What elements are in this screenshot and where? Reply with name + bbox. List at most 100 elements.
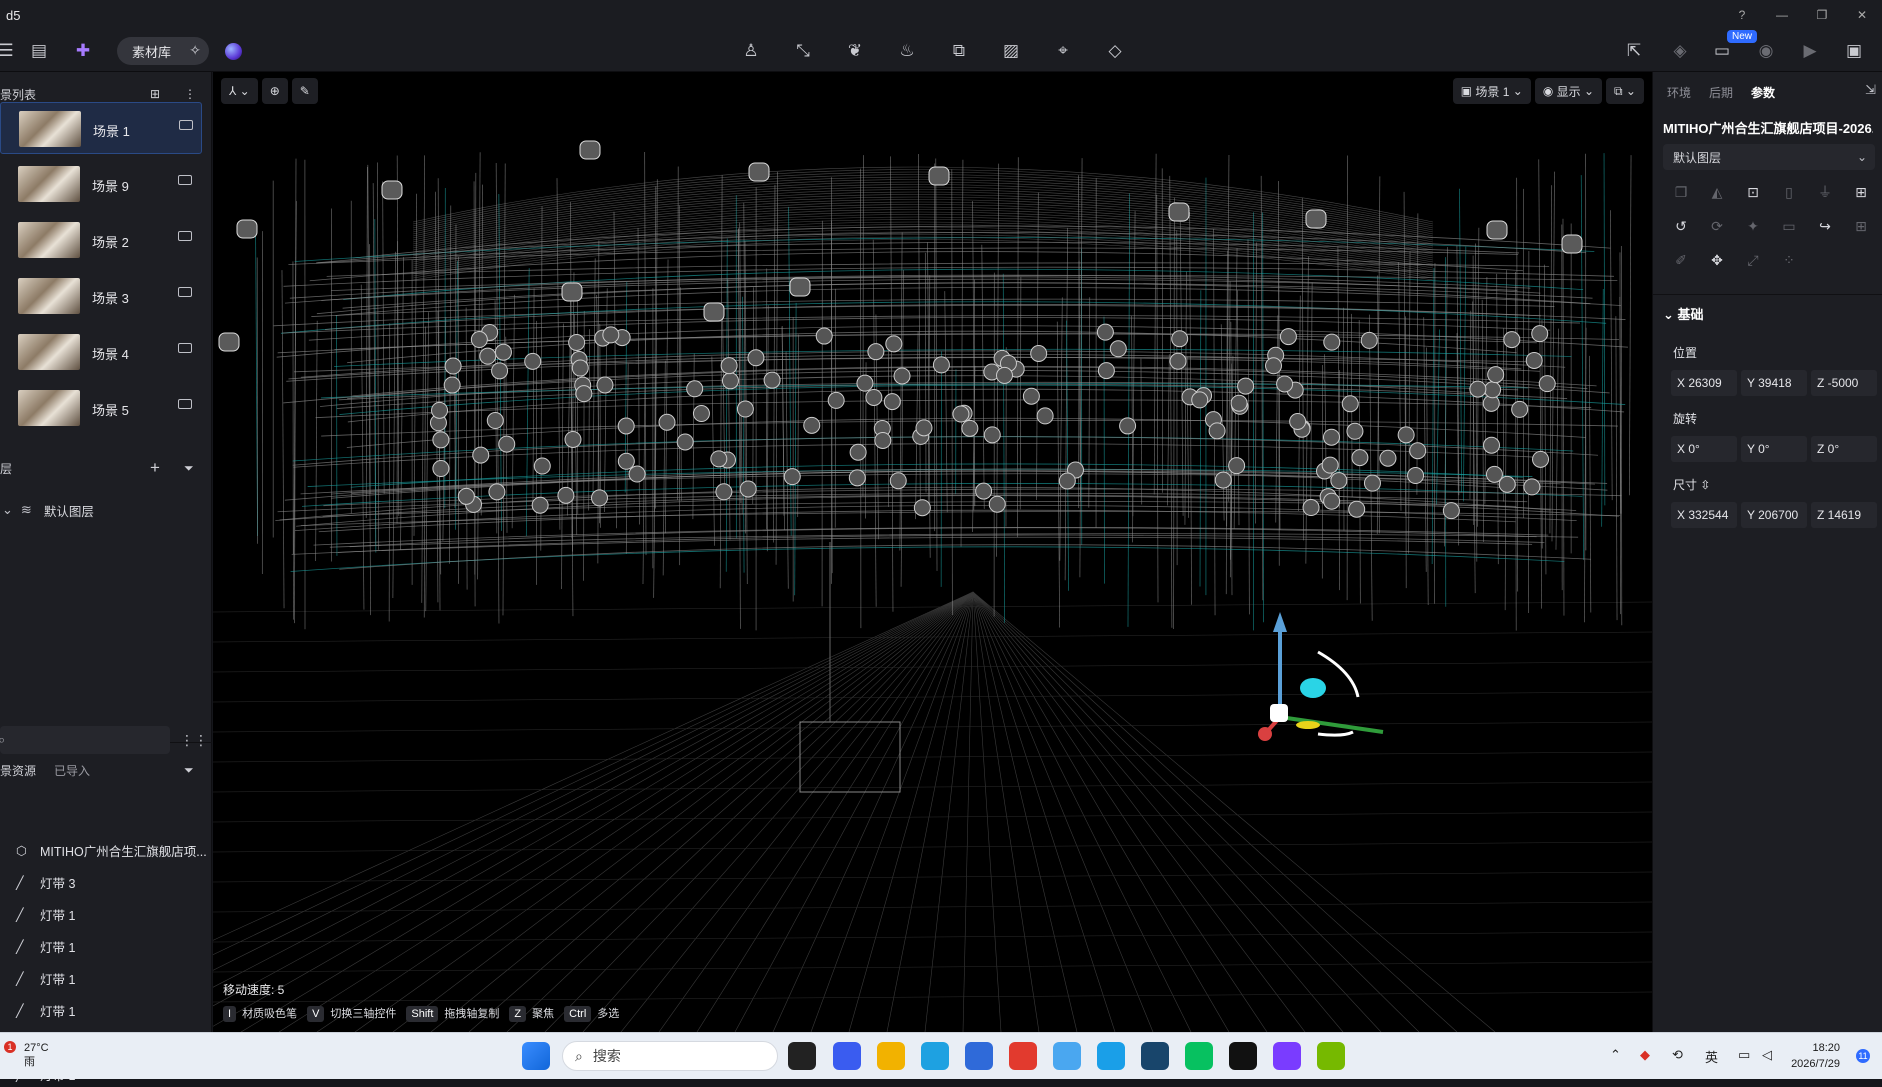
- rotation-y-field[interactable]: Y 0°: [1741, 436, 1807, 462]
- layer-select[interactable]: 默认图层 ⌄: [1663, 144, 1875, 170]
- rotation-z-field[interactable]: Z 0°: [1811, 436, 1877, 462]
- asset-light-strip-row[interactable]: ╱灯带 3: [0, 869, 212, 895]
- material-library-button[interactable]: 素材库 ✧: [117, 37, 209, 65]
- asset-light-strip-row[interactable]: ╱灯带 1: [0, 933, 212, 959]
- position-z-field[interactable]: Z -5000: [1811, 370, 1877, 396]
- camera-icon[interactable]: [178, 231, 192, 241]
- display-button[interactable]: ◉ 显示 ⌄: [1535, 78, 1602, 104]
- camera-icon[interactable]: [178, 287, 192, 297]
- globe-button[interactable]: ⊕: [262, 78, 288, 104]
- sync-icon[interactable]: ⟲: [1672, 1047, 1683, 1063]
- camera-icon[interactable]: [178, 343, 192, 353]
- chat-icon[interactable]: [1097, 1042, 1125, 1070]
- size-z-field[interactable]: Z 14619: [1811, 502, 1877, 528]
- d5-app-icon[interactable]: [1229, 1042, 1257, 1070]
- reset-icon[interactable]: ↺: [1663, 212, 1699, 240]
- layer-default[interactable]: ⌄ ≋ 默认图层: [0, 496, 212, 524]
- asset-search-input[interactable]: ⌕: [0, 726, 170, 754]
- rotation-x-field[interactable]: X 0°: [1671, 436, 1737, 462]
- focus-icon[interactable]: ⊡: [1735, 178, 1771, 206]
- taskbar-search[interactable]: ⌕ 搜索: [562, 1041, 778, 1071]
- add-scene-icon[interactable]: ⊞: [150, 87, 160, 101]
- asset-light-strip-row[interactable]: ╱灯带 1: [0, 997, 212, 1023]
- size-x-field[interactable]: X 332544: [1671, 502, 1737, 528]
- layers-icon[interactable]: ◇: [1101, 37, 1129, 65]
- ai-icon[interactable]: ✚: [69, 37, 97, 65]
- asset-light-strip-row[interactable]: ╱灯带 1: [0, 901, 212, 927]
- volume-icon[interactable]: ◁: [1762, 1047, 1772, 1063]
- scene-item[interactable]: 场景 3: [0, 270, 202, 322]
- more-icon[interactable]: ⋮: [184, 87, 196, 101]
- wps-icon[interactable]: [1009, 1042, 1037, 1070]
- scale-icon[interactable]: ⤢: [1735, 246, 1771, 274]
- help-icon[interactable]: ?: [1722, 8, 1762, 22]
- select-icon[interactable]: ⌖: [1049, 37, 1077, 65]
- rotate-icon[interactable]: ⟳: [1699, 212, 1735, 240]
- ime-label[interactable]: 英: [1705, 1047, 1718, 1066]
- video-icon[interactable]: ▶: [1796, 37, 1824, 65]
- notification-badge[interactable]: 11: [1856, 1049, 1870, 1063]
- scene-item[interactable]: 场景 5: [0, 382, 202, 434]
- axis-tool-button[interactable]: ⅄ ⌄: [221, 78, 258, 104]
- tab-environment[interactable]: 环境: [1667, 84, 1691, 101]
- file-icon[interactable]: ▤: [25, 37, 53, 65]
- eyedropper-button[interactable]: ✎: [292, 78, 318, 104]
- wechat-icon[interactable]: [1185, 1042, 1213, 1070]
- scene-select[interactable]: ▣ 场景 1 ⌄: [1453, 78, 1531, 104]
- scene-item[interactable]: 场景 2: [0, 214, 202, 266]
- tab-imported[interactable]: 已导入: [54, 762, 90, 779]
- filter-icon[interactable]: ⏷: [184, 461, 194, 476]
- align-icon[interactable]: ▯: [1771, 178, 1807, 206]
- ai-orb-icon[interactable]: [225, 43, 242, 60]
- task-view-icon[interactable]: [788, 1042, 816, 1070]
- add-icon[interactable]: ⊞: [1843, 178, 1879, 206]
- share-icon[interactable]: ↪: [1807, 212, 1843, 240]
- asset-model-row[interactable]: ⬡MITIHO广州合生汇旗舰店项...: [0, 837, 212, 863]
- tab-params[interactable]: 参数: [1751, 84, 1775, 101]
- file-explorer-icon[interactable]: [877, 1042, 905, 1070]
- material-icon[interactable]: ✦: [1735, 212, 1771, 240]
- close-icon[interactable]: ✕: [1842, 8, 1882, 22]
- scene-item[interactable]: 场景 9: [0, 158, 202, 210]
- tab-scene-assets[interactable]: 景资源: [0, 762, 36, 779]
- object-icon[interactable]: ⧉: [945, 37, 973, 65]
- scene-item[interactable]: 场景 1: [0, 102, 202, 154]
- basic-section[interactable]: ⌄ 基础: [1663, 304, 1704, 323]
- minimize-icon[interactable]: —: [1762, 8, 1802, 22]
- edit-icon[interactable]: ✐: [1663, 246, 1699, 274]
- scatter-icon[interactable]: ⁘: [1771, 246, 1807, 274]
- scene-item[interactable]: 场景 4: [0, 326, 202, 378]
- 3d-viewport[interactable]: ⅄ ⌄ ⊕ ✎ ▣ 场景 1 ⌄ ◉ 显示 ⌄ ⧉ ⌄ 移动速度: 5 I材质吸…: [213, 72, 1652, 1032]
- nvidia-icon[interactable]: [1317, 1042, 1345, 1070]
- camera-icon[interactable]: [178, 399, 192, 409]
- region-icon[interactable]: ▨: [997, 37, 1025, 65]
- position-x-field[interactable]: X 26309: [1671, 370, 1737, 396]
- edge-icon[interactable]: [921, 1042, 949, 1070]
- chevron-up-icon[interactable]: ⌃: [1610, 1047, 1621, 1063]
- d5-render-icon[interactable]: [1273, 1042, 1301, 1070]
- drop-icon[interactable]: ⏚: [1807, 178, 1843, 206]
- network-icon[interactable]: ▭: [1738, 1047, 1750, 1063]
- asset-light-strip-row[interactable]: ╱灯带 1: [0, 965, 212, 991]
- cloud-icon[interactable]: [1053, 1042, 1081, 1070]
- lock-ratio-icon[interactable]: ⇳: [1700, 478, 1710, 492]
- copy-icon[interactable]: ❐: [1663, 178, 1699, 206]
- leaf-icon[interactable]: ❦: [841, 37, 869, 65]
- export-icon[interactable]: ⇱: [1620, 37, 1648, 65]
- start-icon[interactable]: [522, 1042, 550, 1070]
- path-icon[interactable]: ⤡: [789, 37, 817, 65]
- light-icon[interactable]: ♙: [737, 37, 765, 65]
- filter-icon[interactable]: ⏷: [184, 763, 194, 778]
- move-icon[interactable]: ✥: [1699, 246, 1735, 274]
- menu-icon[interactable]: ☰: [0, 37, 20, 65]
- clock[interactable]: 18:20 2026/7/29: [1791, 1040, 1840, 1072]
- camera-icon[interactable]: [179, 120, 193, 130]
- folder-icon[interactable]: ▭: [1771, 212, 1807, 240]
- group-icon[interactable]: ⊞: [1843, 212, 1879, 240]
- store-icon[interactable]: [965, 1042, 993, 1070]
- pin-icon[interactable]: ⇲: [1865, 82, 1876, 98]
- save-icon[interactable]: ◈: [1666, 37, 1694, 65]
- tray-app-icon[interactable]: ◆: [1640, 1047, 1650, 1063]
- camera-icon[interactable]: [178, 175, 192, 185]
- render-icon[interactable]: ▣: [1840, 37, 1868, 65]
